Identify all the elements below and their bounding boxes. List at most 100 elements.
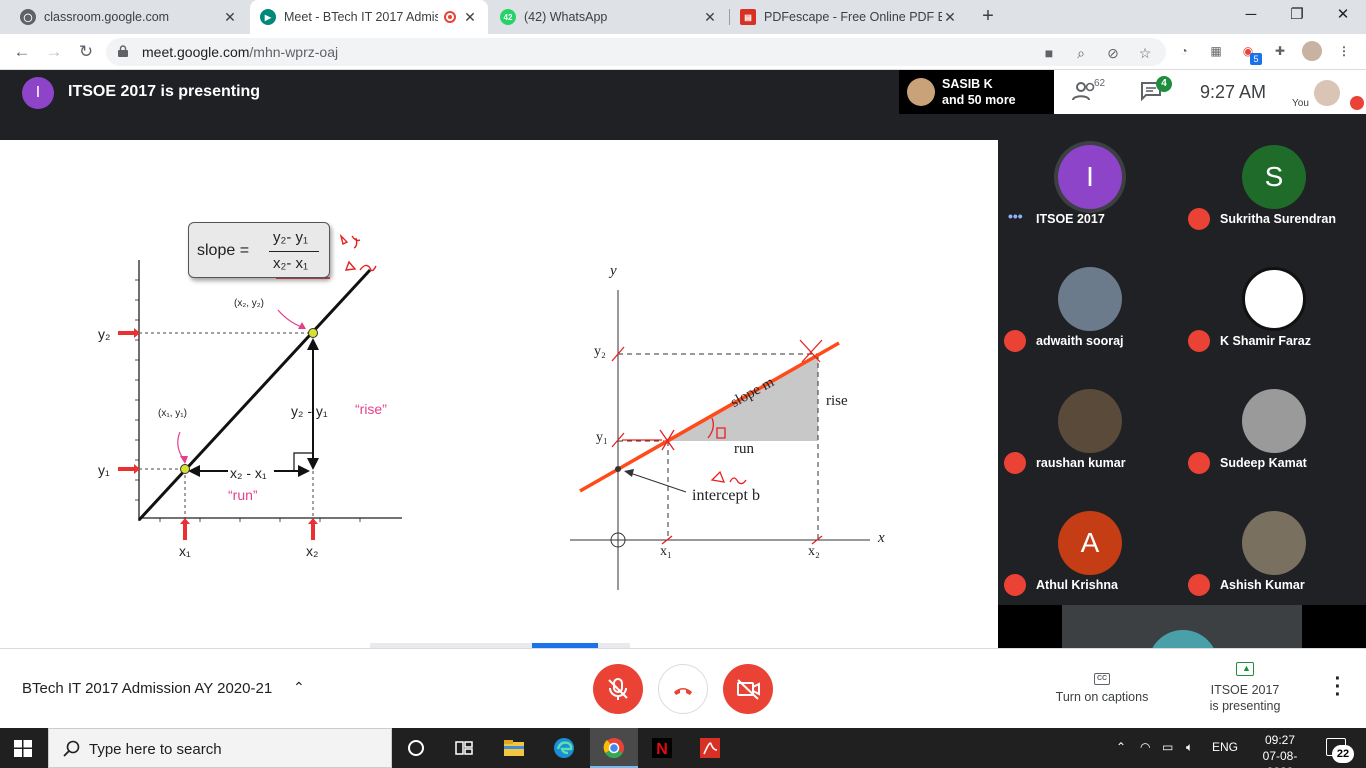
extension-icon[interactable]: ▦: [1206, 41, 1226, 61]
tab-classroom[interactable]: ◯ classroom.google.com ✕: [10, 0, 248, 34]
mic-toggle-button[interactable]: [593, 664, 643, 714]
chrome-icon: [603, 738, 624, 759]
formula-fraction-bar: [269, 251, 319, 252]
camera-toggle-button[interactable]: [723, 664, 773, 714]
speaker-avatar: [907, 78, 935, 106]
reload-button[interactable]: ↻: [74, 40, 98, 64]
muted-mic-icon: [1004, 574, 1026, 596]
you-label: You: [1292, 98, 1309, 109]
hang-up-icon: [674, 688, 692, 695]
restore-button[interactable]: ❐: [1274, 0, 1320, 30]
navigation-bar: ← → ↻ meet.google.com/mhn-wprz-oaj ■ ⌕ ⊘…: [0, 34, 1366, 70]
meeting-title[interactable]: BTech IT 2017 Admission AY 2020-21: [22, 680, 272, 697]
point-x1y1: [180, 464, 190, 474]
clock-time: 09:27: [1264, 733, 1296, 747]
label-intercept: intercept b: [692, 487, 760, 504]
participant-tile[interactable]: S Sukritha Surendran: [1182, 115, 1366, 237]
self-avatar[interactable]: [1314, 80, 1340, 106]
label-rise: rise: [826, 393, 848, 409]
participant-name: raushan kumar: [1036, 456, 1126, 470]
meeting-clock: 9:27 AM: [1200, 82, 1267, 102]
new-tab-button[interactable]: +: [976, 4, 1000, 28]
netflix-icon[interactable]: N: [650, 736, 674, 760]
chrome-taskbar-active[interactable]: [590, 728, 638, 768]
zoom-icon[interactable]: ⌕: [1072, 44, 1090, 62]
participant-tile[interactable]: I ••• ITSOE 2017: [998, 115, 1182, 237]
point-x2y2: [308, 328, 318, 338]
close-tab-icon[interactable]: ✕: [702, 9, 718, 26]
participants-grid: I ••• ITSOE 2017 S Sukritha Surendran ad…: [998, 115, 1366, 648]
label-x1: x₁: [179, 543, 191, 559]
muted-mic-icon: [1188, 452, 1210, 474]
lock-icon: [118, 45, 128, 57]
mic-off-icon: [608, 678, 628, 700]
close-tab-icon[interactable]: ✕: [222, 9, 238, 26]
tab-pdfescape[interactable]: ▤ PDFescape - Free Online PDF Edi ✕: [730, 0, 968, 34]
camera-indicator-icon[interactable]: ■: [1040, 44, 1058, 62]
globe-icon: ◯: [20, 9, 36, 25]
taskbar-search-box[interactable]: Type here to search: [48, 728, 392, 768]
extension-icon[interactable]: ◔: [1174, 41, 1194, 61]
url-text: meet.google.com/mhn-wprz-oaj: [142, 44, 339, 60]
participant-avatar: [1058, 267, 1122, 331]
partial-tile: [1062, 605, 1302, 648]
forward-button[interactable]: →: [42, 40, 66, 64]
formula-numerator: y₂- y₁: [273, 229, 309, 246]
cortana-icon[interactable]: [404, 736, 428, 760]
language-indicator[interactable]: ENG: [1212, 740, 1238, 754]
run-word: “run”: [228, 487, 258, 503]
file-explorer-icon[interactable]: [502, 736, 526, 760]
speaker-name: SASIB K: [942, 77, 993, 91]
address-bar[interactable]: meet.google.com/mhn-wprz-oaj ■ ⌕ ⊘ ☆: [106, 38, 1166, 66]
captions-label: Turn on captions: [1055, 690, 1149, 704]
edge-icon[interactable]: [552, 736, 576, 760]
task-view-icon[interactable]: [452, 736, 476, 760]
minimize-button[interactable]: ─: [1228, 0, 1274, 30]
acrobat-icon[interactable]: [698, 736, 722, 760]
show-hidden-icons[interactable]: ⌃: [1116, 740, 1126, 754]
close-window-button[interactable]: ✕: [1320, 0, 1366, 30]
captions-button[interactable]: CC Turn on captions: [1046, 669, 1158, 704]
tracking-icon[interactable]: ⊘: [1104, 44, 1122, 62]
close-tab-icon[interactable]: ✕: [942, 9, 958, 26]
windows-taskbar: Type here to search N ⌃ ◠ ▭ 🔈︎ ENG 09:27…: [0, 728, 1366, 768]
participant-tile[interactable]: K Shamir Faraz: [1182, 237, 1366, 359]
close-tab-icon[interactable]: ✕: [462, 9, 478, 26]
pdf-icon: ▤: [740, 9, 756, 25]
puzzle-extensions-icon[interactable]: ✚: [1270, 41, 1290, 61]
present-now-button[interactable]: ▲ ITSOE 2017 is presenting: [1190, 662, 1300, 714]
participant-avatar: [1242, 267, 1306, 331]
windows-start-icon[interactable]: [14, 740, 32, 757]
participant-avatar: A: [1058, 511, 1122, 575]
tab-meet[interactable]: ▶ Meet - BTech IT 2017 Admiss ✕: [250, 0, 488, 34]
participant-tile[interactable]: adwaith sooraj: [998, 237, 1182, 359]
label-x-axis: x: [878, 530, 885, 546]
participant-tile[interactable]: A Athul Krishna: [998, 481, 1182, 603]
participant-tile[interactable]: Sudeep Kamat: [1182, 359, 1366, 481]
back-button[interactable]: ←: [10, 40, 34, 64]
taskbar-clock[interactable]: 09:27 07-08-2020: [1254, 732, 1306, 768]
participant-tile[interactable]: raushan kumar: [998, 359, 1182, 481]
battery-icon[interactable]: ▭: [1162, 740, 1173, 754]
label-y2: y₂: [98, 326, 111, 342]
callout-arrowhead-pt1: [180, 456, 188, 464]
muted-mic-icon: [1004, 452, 1026, 474]
participant-tile[interactable]: Ashish Kumar: [1182, 481, 1366, 603]
more-options-icon[interactable]: · · ·: [1330, 669, 1346, 705]
handwritten-delta-y: [339, 233, 361, 249]
whatsapp-icon: 42: [500, 9, 516, 25]
participant-name: Sudeep Kamat: [1220, 456, 1307, 470]
participant-name: Sukritha Surendran: [1220, 212, 1336, 226]
participant-name: Ashish Kumar: [1220, 578, 1305, 592]
volume-icon[interactable]: 🔈︎: [1186, 740, 1193, 755]
chevron-up-icon[interactable]: ⌃: [293, 679, 305, 696]
tab-whatsapp[interactable]: 42 (42) WhatsApp ✕: [490, 0, 728, 34]
bookmark-star-icon[interactable]: ☆: [1136, 44, 1154, 62]
leave-call-button[interactable]: [658, 664, 708, 714]
participant-avatar: I: [1058, 145, 1122, 209]
chrome-menu-icon[interactable]: ⋮: [1334, 41, 1354, 61]
wifi-icon[interactable]: ◠: [1140, 740, 1150, 754]
profile-avatar[interactable]: [1302, 41, 1322, 61]
label-x2-right: x₂: [808, 544, 820, 559]
participant-name: K Shamir Faraz: [1220, 334, 1312, 348]
